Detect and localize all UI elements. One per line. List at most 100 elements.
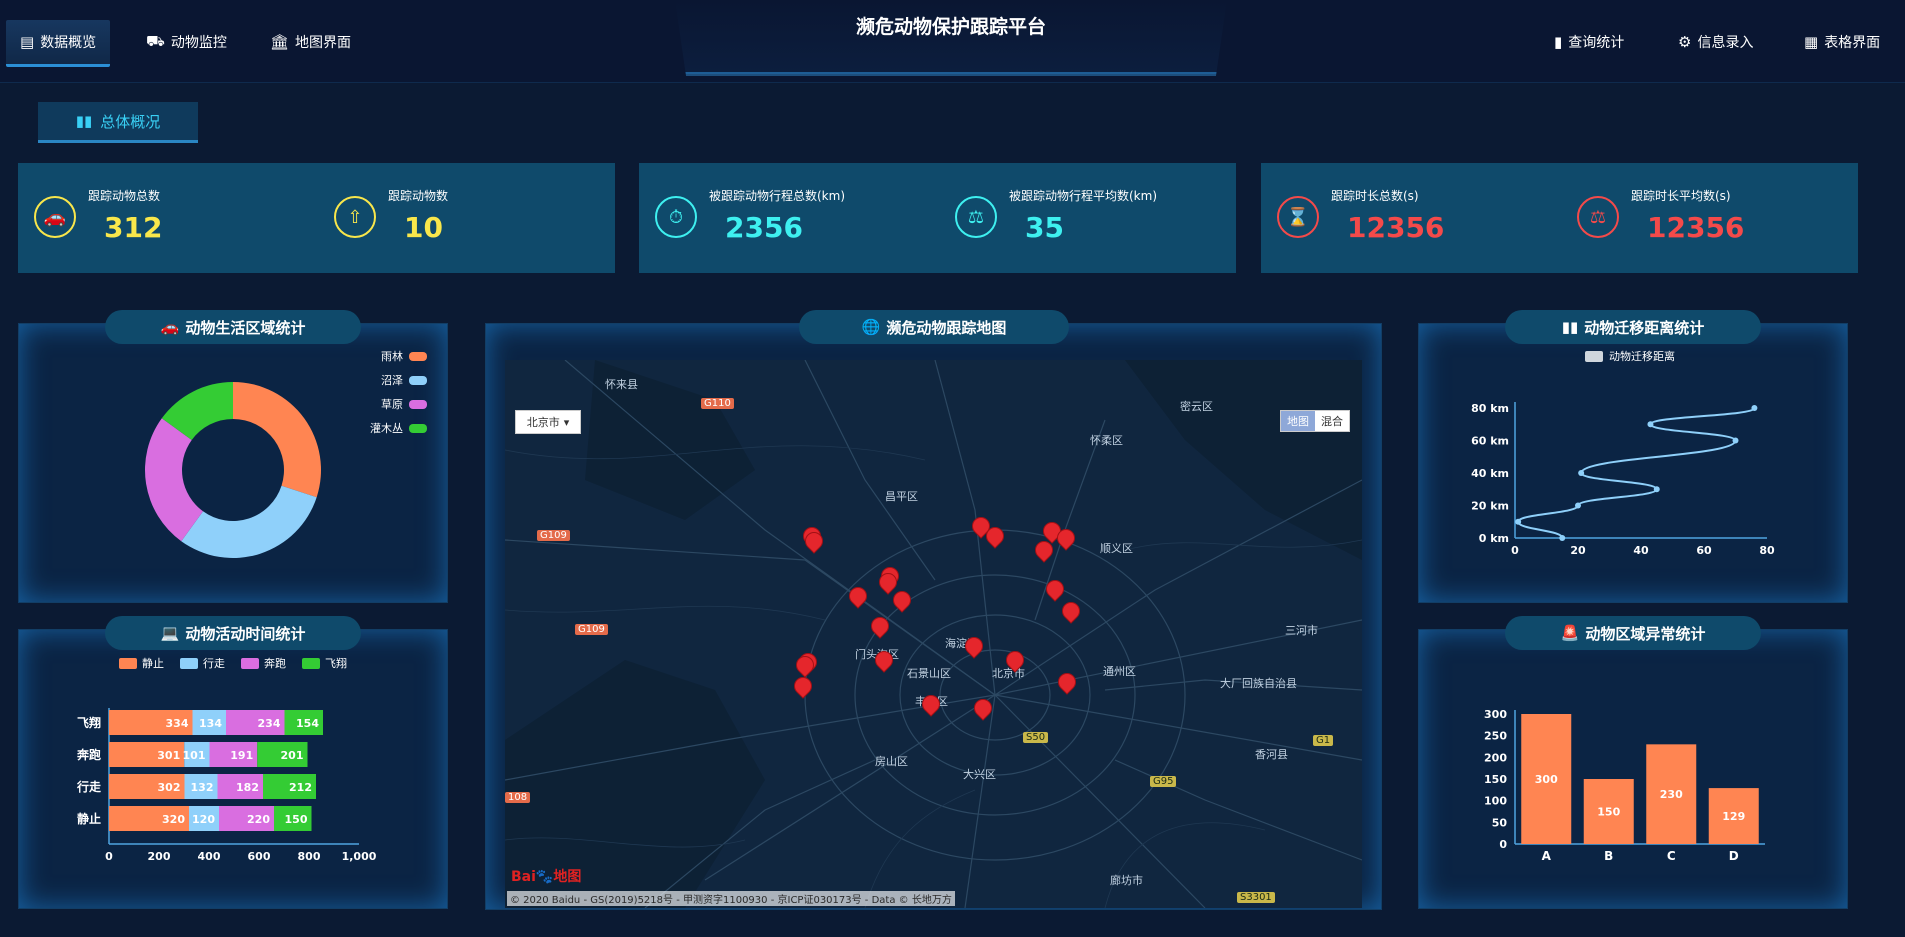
x-tick-label: 200 <box>148 850 171 863</box>
stat-label: 跟踪动物数 <box>388 189 449 203</box>
data-label: 182 <box>236 781 259 794</box>
y-tick-label: 静止 <box>77 811 101 826</box>
stat-label: 被跟踪动物行程总数(km) <box>709 189 846 203</box>
stat-panel-distance: ⏱ 被跟踪动物行程总数(km) 2356 ⚖ 被跟踪动物行程平均数(km) 35 <box>639 163 1236 273</box>
x-tick-label: 40 <box>1633 544 1649 557</box>
balance-icon: ⚖ <box>955 196 997 238</box>
map-panel-title: 🌐 濒危动物跟踪地图 <box>799 310 1069 344</box>
stat-label: 被跟踪动物行程平均数(km) <box>1009 189 1158 203</box>
globe-icon: 🌐 <box>861 318 881 336</box>
map-marker-icon[interactable] <box>790 673 816 699</box>
map-marker-icon[interactable] <box>1042 576 1068 602</box>
stat-label: 跟踪时长平均数(s) <box>1631 189 1731 203</box>
page-title: 濒危动物保护跟踪平台 <box>855 16 1046 38</box>
data-label: 134 <box>199 717 222 730</box>
migration-line-chart: 0 20 40 60 80 0 km 20 km 40 km 60 km 80 km <box>1471 402 1775 557</box>
map-marker-icon[interactable] <box>970 695 996 721</box>
nav-label: 表格界面 <box>1824 35 1881 51</box>
baidu-logo: Bai🐾地图 <box>511 866 581 886</box>
top-bar: 濒危动物保护跟踪平台 ▤ 数据概览 ⛟ 动物监控 🏛 地图界面 ▮ 查询统计 ⚙… <box>0 0 1905 83</box>
x-tick-label: 600 <box>248 850 271 863</box>
data-point <box>1575 502 1581 509</box>
y-tick-label: 50 <box>1492 816 1508 829</box>
abnormal-bar-chart: 0 50 100 150 200 250 300 300 A 150 B 230 C 129 D <box>1484 708 1765 863</box>
data-label: 334 <box>166 717 189 730</box>
y-tick-label: 200 <box>1484 751 1507 764</box>
hourglass-icon: ⌛ <box>1277 196 1319 238</box>
data-point <box>1559 535 1566 541</box>
stat-value: 312 <box>104 211 163 244</box>
data-label: 230 <box>1660 788 1683 801</box>
y-tick-label: 飞翔 <box>77 715 101 730</box>
stat-value: 10 <box>404 211 443 244</box>
bank-icon: 🏛 <box>270 33 290 51</box>
data-label: 301 <box>157 749 180 762</box>
nav-data-overview[interactable]: ▤ 数据概览 <box>6 20 111 67</box>
stat-tracked-animals: ⇧ 跟踪动物数 10 <box>318 163 598 273</box>
stat-value: 12356 <box>1347 211 1445 244</box>
y-tick-label: 奔跑 <box>76 747 101 762</box>
truck-icon: ⛟ <box>146 32 165 50</box>
data-label: 150 <box>1597 806 1620 819</box>
x-tick-label: D <box>1729 849 1739 863</box>
baidu-logo-suffix: 地图 <box>553 869 582 885</box>
document-icon: ▤ <box>20 33 35 51</box>
data-label: 212 <box>289 781 312 794</box>
nav-query-stats[interactable]: ▮ 查询统计 <box>1540 20 1638 64</box>
nav-label: 查询统计 <box>1568 35 1625 51</box>
nav-label: 动物监控 <box>170 35 227 51</box>
map-marker-layer <box>505 360 1362 908</box>
y-tick-label: 0 km <box>1479 532 1509 545</box>
nav-animal-monitor[interactable]: ⛟ 动物监控 <box>132 20 241 64</box>
nav-map-view[interactable]: 🏛 地图界面 <box>256 20 365 64</box>
baidu-logo-text: Bai <box>511 869 536 885</box>
map-marker-icon[interactable] <box>918 691 944 717</box>
y-tick-label: 250 <box>1484 730 1507 743</box>
data-label: 320 <box>162 813 185 826</box>
map-marker-icon[interactable] <box>871 647 897 673</box>
nav-table-view[interactable]: ▦ 表格界面 <box>1790 20 1894 64</box>
data-label: 129 <box>1722 810 1745 823</box>
stat-panel-animals: 🚗 跟踪动物总数 312 ⇧ 跟踪动物数 10 <box>18 163 615 273</box>
tracking-map[interactable]: 北京市 ▾ 地图 混合 怀来县 密云区 怀柔区 昌平区 顺义区 海淀区 门头沟区… <box>505 360 1362 908</box>
nav-info-entry[interactable]: ⚙ 信息录入 <box>1664 20 1767 64</box>
nav-label: 地图界面 <box>295 35 352 51</box>
stat-value: 35 <box>1025 211 1064 244</box>
map-marker-icon[interactable] <box>1002 647 1028 673</box>
y-tick-label: 80 km <box>1471 402 1509 415</box>
data-label: 191 <box>230 749 253 762</box>
map-marker-icon[interactable] <box>1058 598 1084 624</box>
map-marker-icon[interactable] <box>845 583 871 609</box>
nav-label: 数据概览 <box>40 35 97 51</box>
data-label: 150 <box>285 813 308 826</box>
x-tick-label: 80 <box>1759 544 1775 557</box>
y-tick-label: 40 km <box>1471 467 1509 480</box>
data-label: 154 <box>296 717 319 730</box>
map-marker-icon[interactable] <box>867 613 893 639</box>
stat-value: 2356 <box>725 211 803 244</box>
overview-tab[interactable]: ▮▮ 总体概况 <box>38 102 198 143</box>
stat-avg-distance: ⚖ 被跟踪动物行程平均数(km) 35 <box>939 163 1219 273</box>
map-marker-icon[interactable] <box>961 633 987 659</box>
data-label: 132 <box>191 781 214 794</box>
x-tick-label: 400 <box>198 850 221 863</box>
data-label: 300 <box>1535 773 1558 786</box>
map-marker-icon[interactable] <box>889 587 915 613</box>
stat-total-distance: ⏱ 被跟踪动物行程总数(km) 2356 <box>639 163 919 273</box>
panel-title-text: 濒危动物跟踪地图 <box>886 318 1007 337</box>
pie-slice <box>233 382 321 498</box>
map-copyright: © 2020 Baidu - GS(2019)5218号 - 甲测资字11009… <box>507 891 955 906</box>
y-tick-label: 100 <box>1484 795 1507 808</box>
map-marker-icon[interactable] <box>1054 669 1080 695</box>
y-tick-label: 0 <box>1499 838 1507 851</box>
habitat-panel: 🚗 动物生活区域统计 雨林 沼泽 草原 灌木丛 <box>18 310 448 603</box>
x-tick-label: C <box>1667 849 1676 863</box>
y-tick-label: 150 <box>1484 773 1507 786</box>
gear-icon: ⚙ <box>1678 33 1692 51</box>
x-tick-label: 1,000 <box>342 850 377 863</box>
stat-label: 跟踪时长总数(s) <box>1331 189 1419 203</box>
overview-tab-label: 总体概况 <box>100 112 161 131</box>
stat-label: 跟踪动物总数 <box>88 189 161 203</box>
migration-panel: ▮▮ 动物迁移距离统计 动物迁移距离 0 20 40 60 80 0 km 20 km 40 … <box>1418 310 1848 603</box>
y-tick-label: 60 km <box>1471 435 1509 448</box>
